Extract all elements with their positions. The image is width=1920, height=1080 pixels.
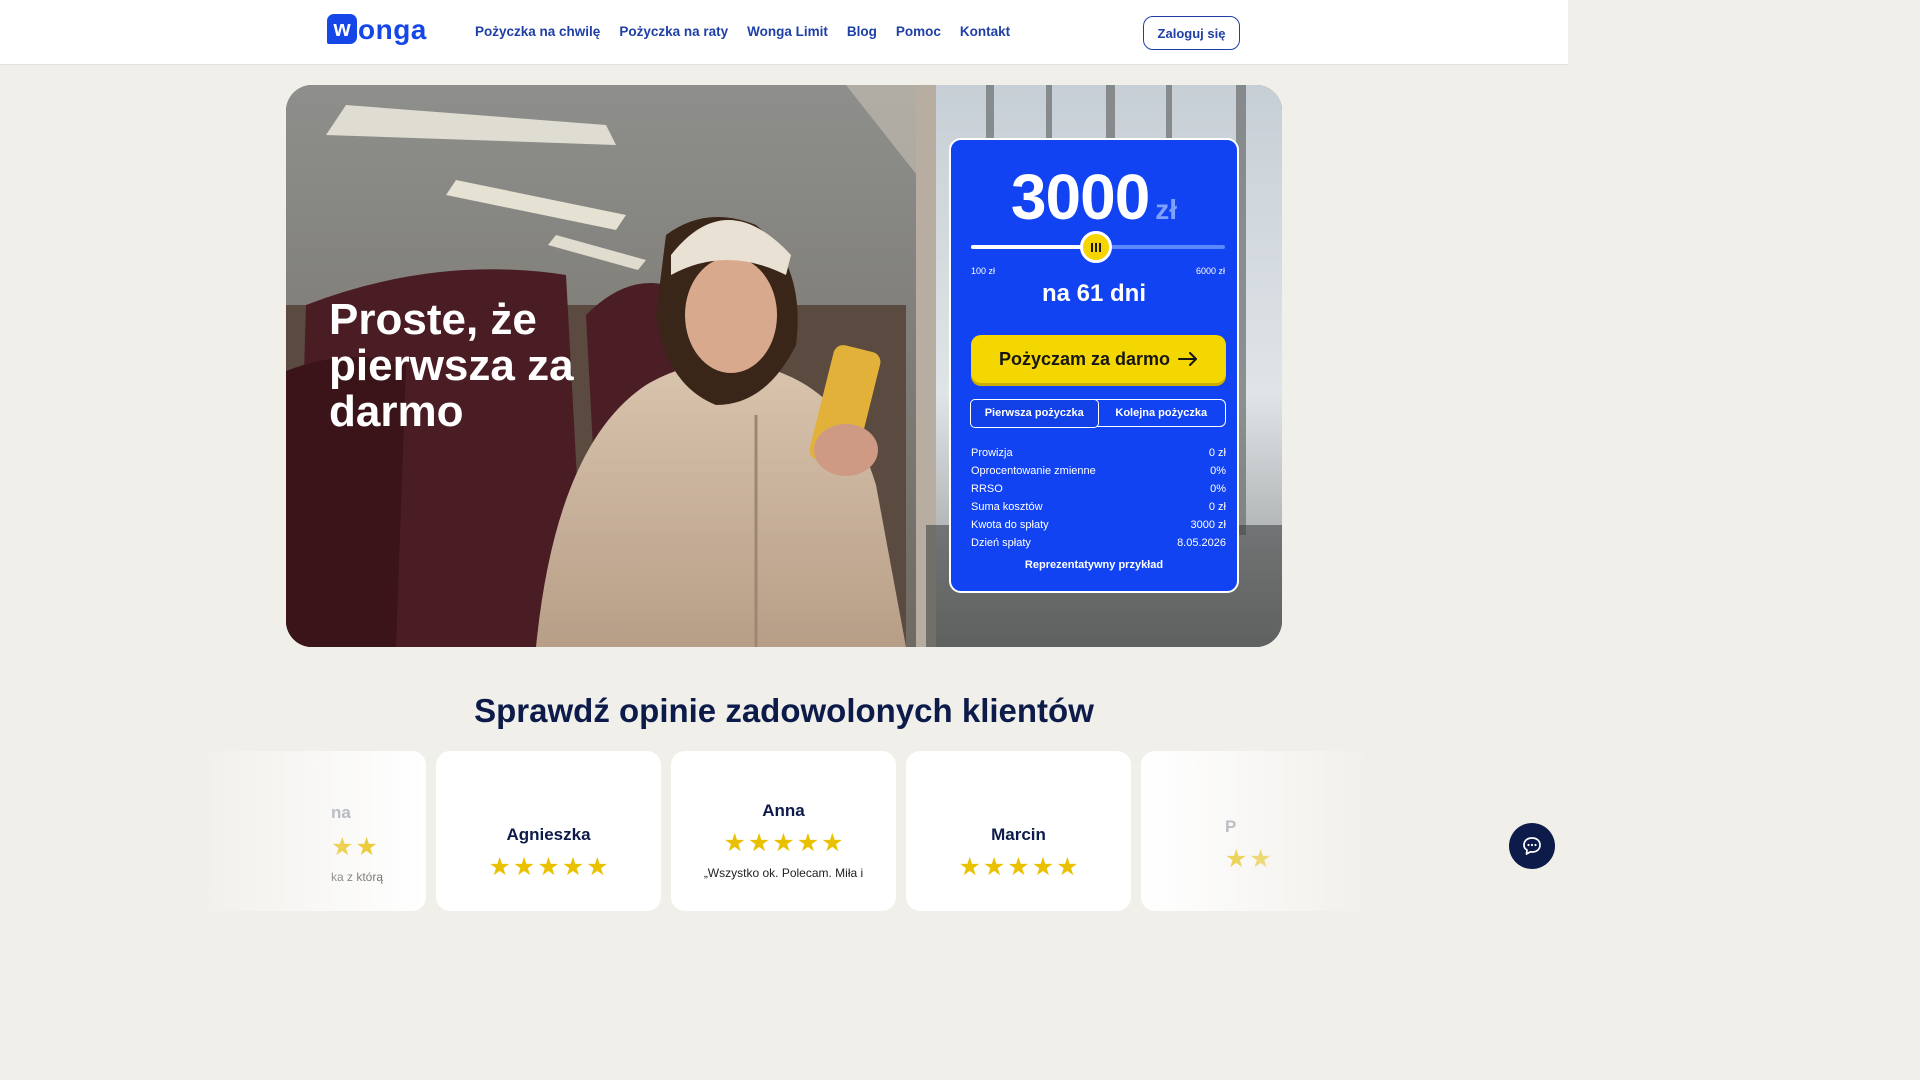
cost-row: Kwota do spłaty 3000 zł <box>971 516 1226 534</box>
star-icon: ★ <box>1007 853 1030 881</box>
slider-handle[interactable] <box>1080 231 1112 263</box>
borrow-button[interactable]: Pożyczam za darmo <box>971 335 1226 383</box>
cost-row: Oprocentowanie zmienne 0% <box>971 462 1226 480</box>
loan-duration: na 61 dni <box>1041 280 1147 307</box>
review-quote: „Wszystko ok. Polecam. Miła i <box>703 866 864 880</box>
star-icon: ★ <box>537 853 560 881</box>
hero-title: Proste, że pierwsza za darmo <box>329 295 574 436</box>
review-card: na ★ ★ ka z którą <box>201 751 426 911</box>
nav-item-blog[interactable]: Blog <box>847 24 877 39</box>
nav-item-wonga-limit[interactable]: Wonga Limit <box>747 24 828 39</box>
main-nav: Pożyczka na chwilę Pożyczka na raty Wong… <box>475 24 1010 39</box>
nav-item-pozyczka-na-chwile[interactable]: Pożyczka na chwilę <box>475 24 600 39</box>
tab-kolejna-pozyczka[interactable]: Kolejna pożyczka <box>1098 400 1226 426</box>
borrow-button-label: Pożyczam za darmo <box>998 348 1171 369</box>
star-icon: ★ <box>958 853 981 881</box>
review-card: P ★ ★ <box>1141 751 1366 911</box>
amount-currency: zł <box>1155 194 1178 225</box>
nav-item-kontakt[interactable]: Kontakt <box>960 24 1010 39</box>
cost-row: RRSO 0% <box>971 480 1226 498</box>
cost-value: 3000 zł <box>1190 519 1226 531</box>
review-card: Anna ★ ★ ★ ★ ★ „Wszystko ok. Polecam. Miła i <box>671 751 896 911</box>
cost-value: 0 zł <box>1208 501 1226 513</box>
cost-label: Dzień spłaty <box>971 537 1031 549</box>
star-icon: ★ <box>772 829 795 857</box>
star-icon: ★ <box>821 829 844 857</box>
review-name: Marcin <box>991 825 1046 844</box>
review-card: Marcin ★ ★ ★ ★ ★ <box>906 751 1131 911</box>
cost-summary: Prowizja 0 zł Oprocentowanie zmienne 0% RR… <box>971 444 1226 552</box>
chat-icon <box>1523 837 1541 855</box>
login-button[interactable]: Zaloguj się <box>1143 16 1240 50</box>
tab-pierwsza-pozyczka[interactable]: Pierwsza pożyczka <box>969 398 1099 428</box>
review-rating: ★ ★ <box>331 835 383 860</box>
site-header: w onga Pożyczka na chwilę Pożyczka na ra… <box>0 0 1568 65</box>
cost-row: Dzień spłaty 8.05.2026 <box>971 534 1226 552</box>
review-name: Agnieszka <box>506 825 591 844</box>
star-icon: ★ <box>561 853 585 881</box>
cost-label: Prowizja <box>971 447 1013 459</box>
star-icon: ★ <box>723 829 746 857</box>
slider-min-label: 100 zł <box>971 266 996 276</box>
nav-item-pozyczka-na-raty[interactable]: Pożyczka na raty <box>619 24 728 39</box>
star-icon: ★ <box>586 853 609 881</box>
slider-range-labels: 100 zł 6000 zł <box>971 266 1225 276</box>
reviews-title: Sprawdź opinie zadowolonych klientów <box>474 692 1094 729</box>
cost-label: Oprocentowanie zmienne <box>971 465 1096 477</box>
cost-value: 0 zł <box>1208 447 1226 459</box>
amount-value: 3000 <box>1010 161 1150 233</box>
review-name: na <box>331 803 351 822</box>
star-icon: ★ <box>1056 853 1079 881</box>
review-card: Agnieszka ★ ★ ★ ★ ★ <box>436 751 661 911</box>
star-icon: ★ <box>1031 853 1055 881</box>
cost-value: 0% <box>1210 465 1226 477</box>
cost-row: Suma kosztów 0 zł <box>971 498 1226 516</box>
slider-max-label: 6000 zł <box>1195 266 1225 276</box>
loan-calculator: 3000 zł 100 zł 6000 zł na 61 dni Pożyczam… <box>949 138 1239 593</box>
review-rating: ★ ★ ★ ★ ★ <box>436 855 661 880</box>
star-icon: ★ <box>331 833 354 861</box>
arrow-right-icon <box>1178 352 1198 366</box>
star-icon: ★ <box>512 853 536 881</box>
star-icon: ★ <box>747 829 771 857</box>
star-icon: ★ <box>982 853 1006 881</box>
loan-type-tabs: Pierwsza pożyczka Kolejna pożyczka <box>969 398 1226 428</box>
chat-button[interactable] <box>1509 823 1555 869</box>
nav-item-pomoc[interactable]: Pomoc <box>896 24 941 39</box>
cost-label: Kwota do spłaty <box>971 519 1049 531</box>
cost-value: 0% <box>1210 483 1226 495</box>
logo-mark: w <box>327 14 357 44</box>
review-name: Anna <box>762 801 805 820</box>
amount-slider[interactable] <box>971 231 1225 263</box>
cost-row: Prowizja 0 zł <box>971 444 1226 462</box>
review-rating: ★ ★ ★ ★ ★ <box>906 855 1131 880</box>
review-quote: ka z którą <box>331 870 384 884</box>
logo-text: onga <box>358 14 427 45</box>
representative-example-link[interactable]: Reprezentatywny przykład <box>951 559 1237 571</box>
star-icon: ★ <box>488 853 511 881</box>
loan-amount: 3000 zł <box>951 160 1237 234</box>
review-rating: ★ ★ ★ ★ ★ <box>671 831 896 856</box>
slider-fill <box>971 245 1096 249</box>
review-name: P <box>1225 817 1237 836</box>
cost-label: RRSO <box>971 483 1003 495</box>
wonga-logo[interactable]: w onga <box>327 14 427 44</box>
star-icon: ★ <box>355 833 378 861</box>
star-icon: ★ <box>796 829 820 857</box>
review-rating: ★ ★ <box>1225 847 1272 872</box>
cost-value: 8.05.2026 <box>1177 537 1226 549</box>
cost-label: Suma kosztów <box>971 501 1043 513</box>
star-icon: ★ <box>1225 845 1248 873</box>
star-icon: ★ <box>1249 845 1272 873</box>
